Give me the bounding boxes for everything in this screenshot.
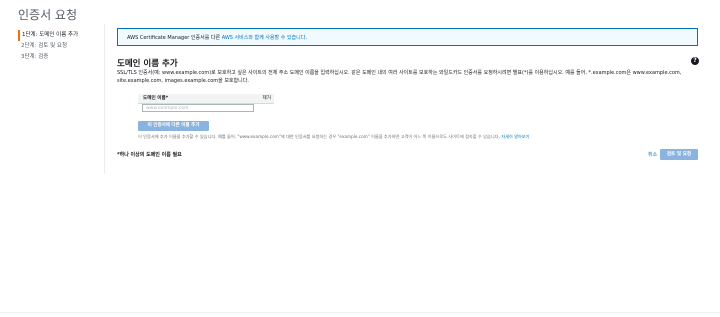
- add-another-name-button[interactable]: 이 인증서에 다른 이름 추가: [138, 121, 209, 131]
- info-box: AWS Certificate Manager 인증서를 다른 AWS 서비스와…: [117, 28, 698, 46]
- wizard-steps: 1단계: 도메인 이름 추가 2단계: 검토 및 요청 3단계: 검증: [18, 30, 100, 63]
- domain-table-header: 도메인 이름* 제거: [138, 94, 274, 104]
- bottom-divider: [0, 312, 720, 313]
- step-1-add-domain-names[interactable]: 1단계: 도메인 이름 추가: [18, 30, 100, 41]
- page-title: 인증서 요청: [18, 8, 78, 22]
- additional-names-tip: 이 인증서에 추가 이름을 추가할 수 있습니다. 예를 들어, "www.ex…: [138, 134, 698, 140]
- step-3-validation[interactable]: 3단계: 검증: [18, 52, 100, 63]
- required-note: *하나 이상의 도메인 이름 필요: [117, 152, 182, 158]
- cancel-link[interactable]: 취소: [648, 151, 657, 158]
- info-text: AWS Certificate Manager 인증서를 다른: [127, 35, 222, 41]
- tip-text: 이 인증서에 추가 이름을 추가할 수 있습니다. 예를 들어, "www.ex…: [138, 134, 502, 139]
- review-and-request-button[interactable]: 검토 및 요청: [660, 149, 698, 160]
- section-title: 도메인 이름 추가: [117, 59, 178, 69]
- help-icon[interactable]: ?: [691, 57, 699, 65]
- domain-name-column-header: 도메인 이름*: [143, 96, 169, 101]
- aws-services-link[interactable]: AWS 서비스와 함께 사용할 수 있습니다: [222, 35, 306, 41]
- info-text-end: .: [305, 35, 307, 41]
- learn-more-link[interactable]: 자세히 알아보기: [501, 134, 529, 139]
- main-content: AWS Certificate Manager 인증서를 다른 AWS 서비스와…: [104, 24, 709, 174]
- remove-column-header: 제거: [262, 96, 271, 101]
- section-description: SSL/TLS 인증서(예: www.example.com)로 보호하고 싶은…: [117, 70, 682, 84]
- domain-name-input[interactable]: [142, 104, 254, 112]
- step-2-review-and-request[interactable]: 2단계: 검토 및 요청: [18, 41, 100, 52]
